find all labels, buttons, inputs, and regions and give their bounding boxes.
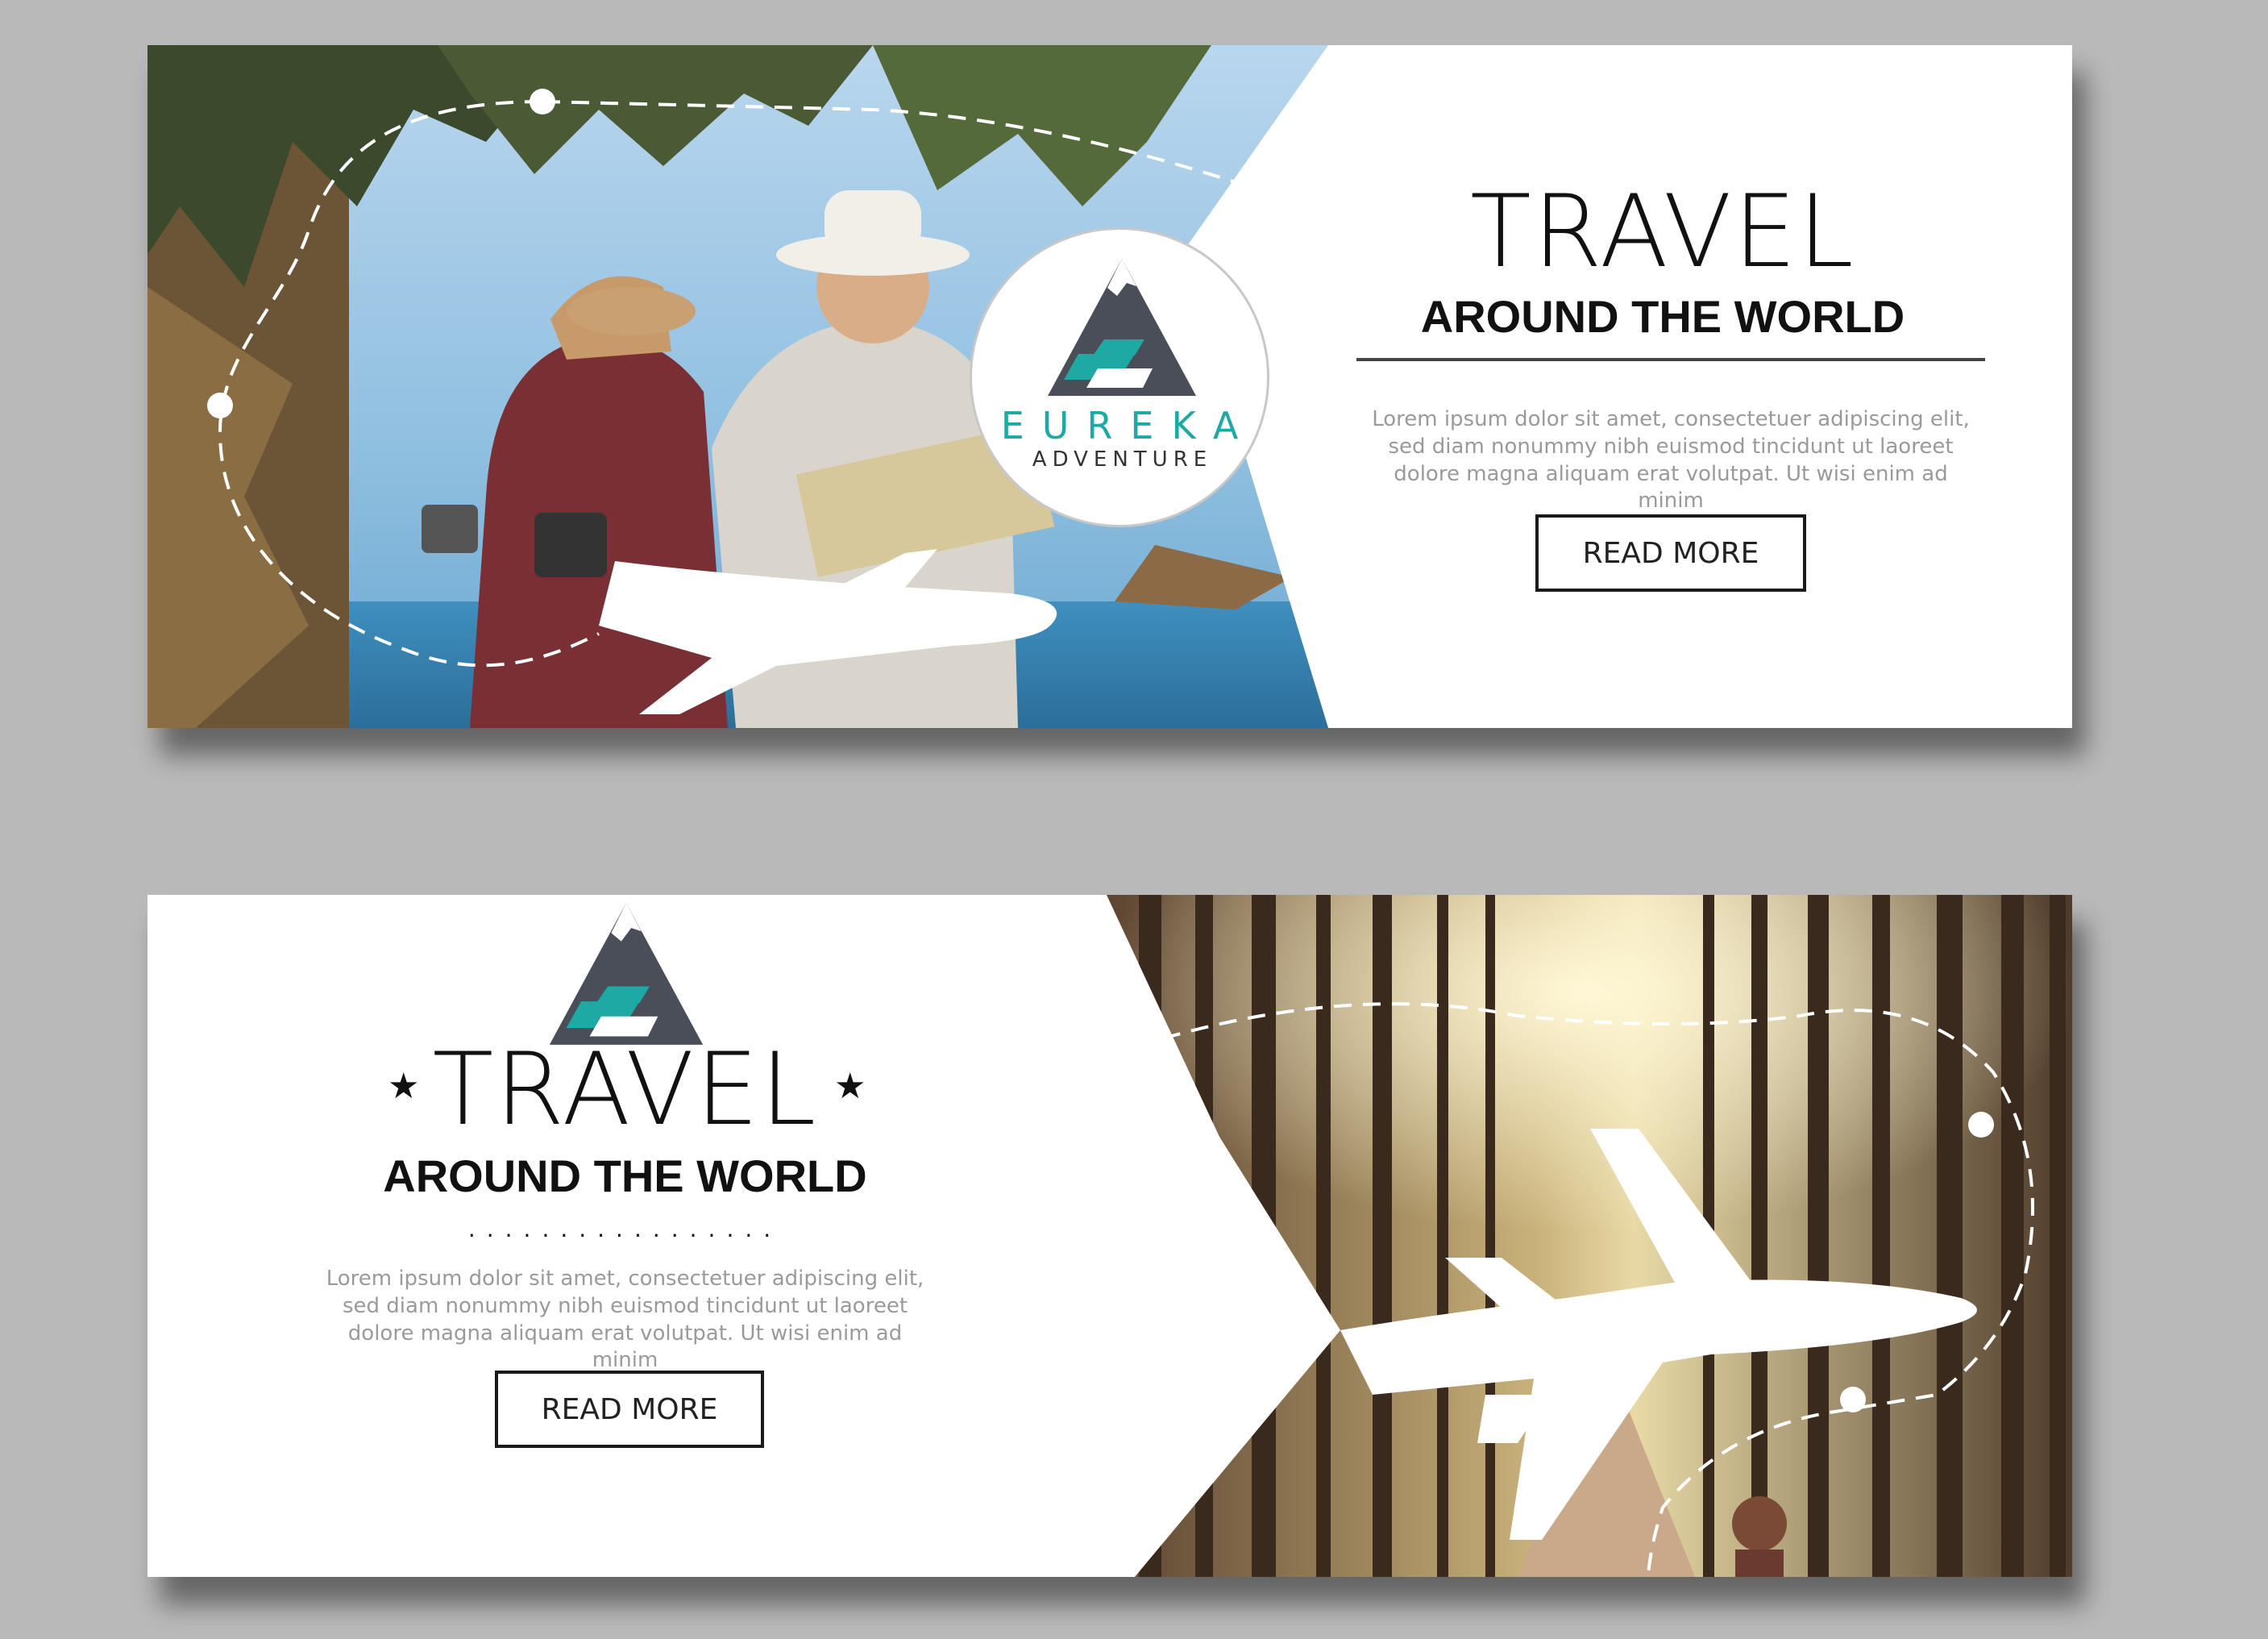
travel-banner-forest: ★ ★ TRAVEL AROUND THE WORLD ............… (147, 895, 2072, 1577)
subheadline: AROUND THE WORLD (1420, 291, 1905, 342)
read-more-button[interactable]: READ MORE (495, 1371, 764, 1448)
headline: TRAVEL (432, 1032, 818, 1148)
headline: TRAVEL (1469, 174, 1856, 290)
dotted-divider: ................. (467, 1216, 783, 1242)
travel-banner-beach: EUREKA ADVENTURE TRAVEL AROUND THE WORLD… (147, 45, 2072, 728)
subheadline: AROUND THE WORLD (383, 1150, 867, 1201)
brand-tagline: ADVENTURE (1032, 447, 1213, 472)
body-text: Lorem ipsum dolor sit amet, consectetuer… (1372, 407, 1970, 514)
divider-line (1356, 358, 1985, 361)
mountain-logo-icon (1048, 259, 1196, 396)
brand-name: EUREKA (1000, 404, 1257, 447)
read-more-button[interactable]: READ MORE (1535, 514, 1806, 592)
logo-badge: EUREKA ADVENTURE (970, 227, 1269, 527)
body-text: Lorem ipsum dolor sit amet, consectetuer… (326, 1267, 924, 1373)
mountain-logo-icon (549, 903, 704, 1045)
